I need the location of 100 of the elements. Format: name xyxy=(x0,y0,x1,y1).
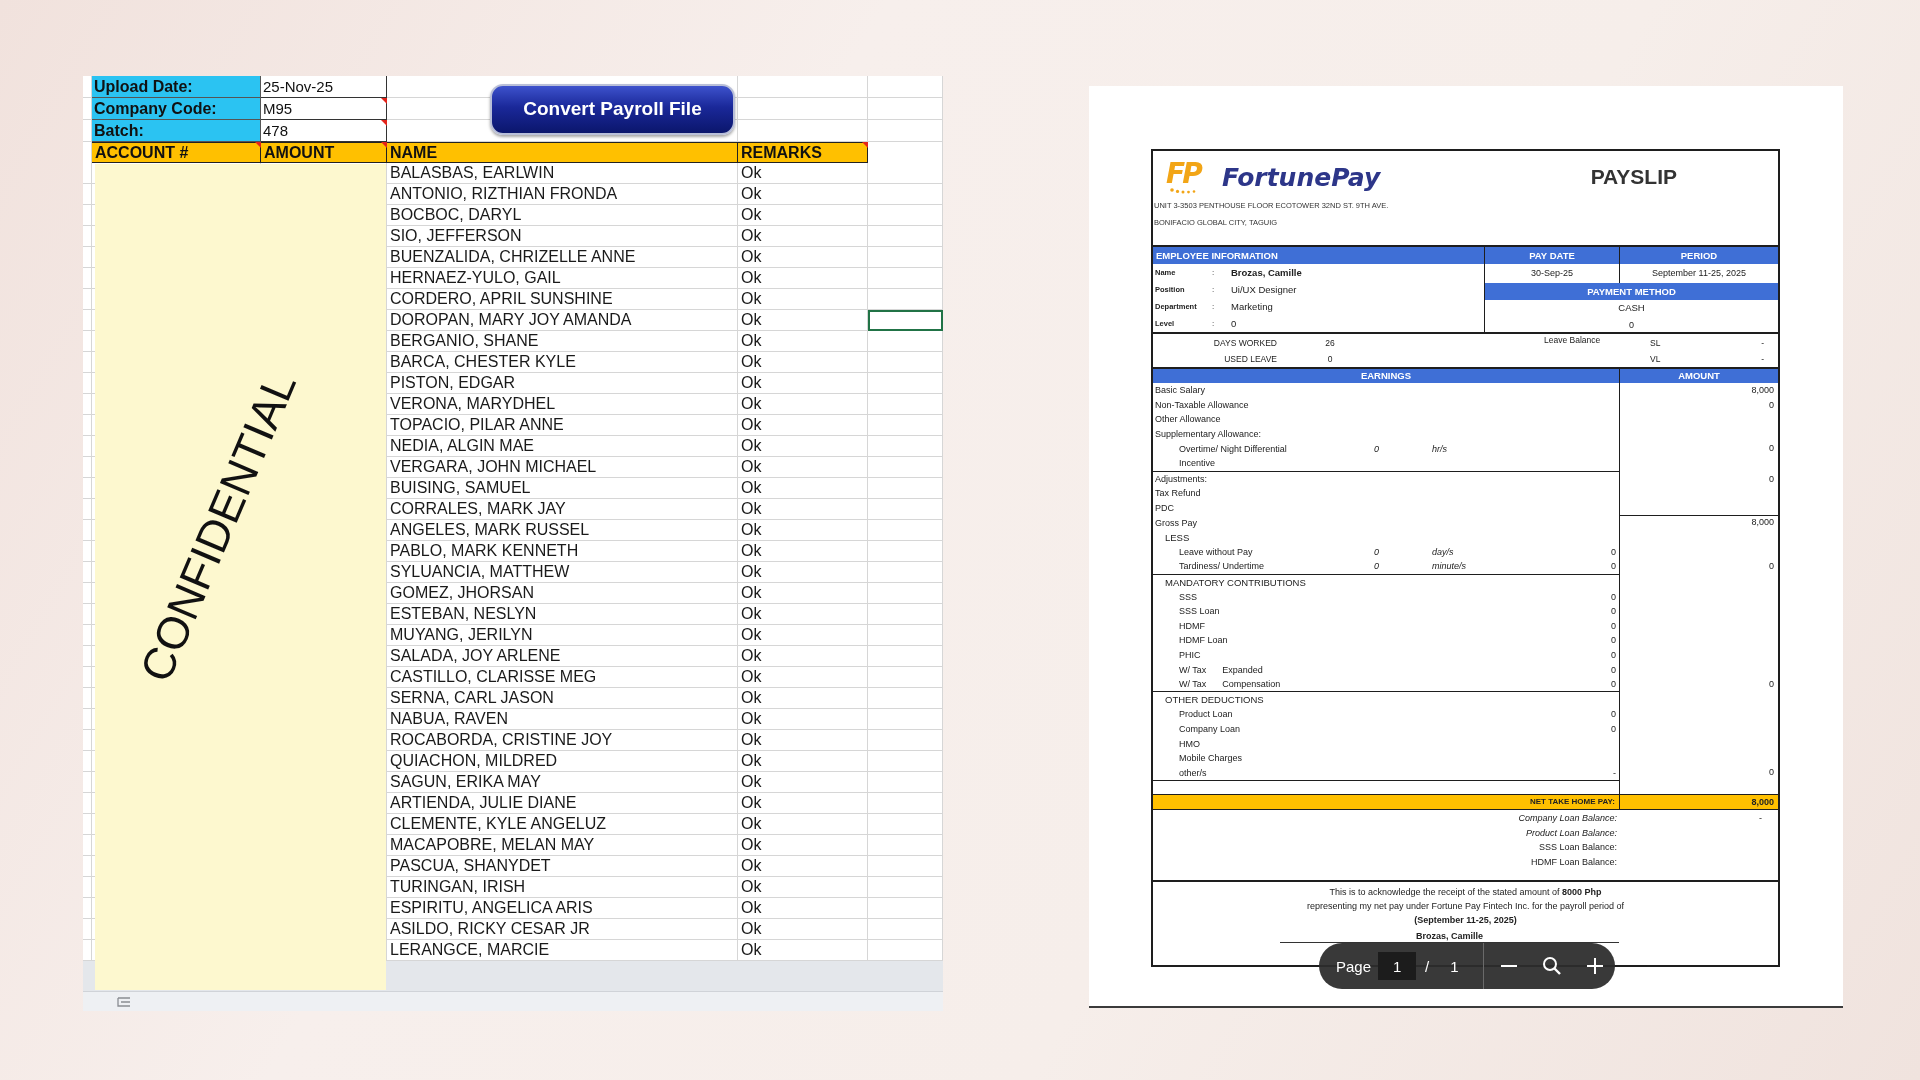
table-cell-text: Ok xyxy=(740,184,763,204)
balance-label: SSS Loan Balance: xyxy=(1538,842,1617,853)
table-cell-text: GOMEZ, JHORSAN xyxy=(389,583,535,603)
unit-label: hr/s xyxy=(1432,443,1447,454)
line-label: Leave without Pay xyxy=(1179,546,1253,557)
line-label: OTHER DEDUCTIONS xyxy=(1165,694,1264,706)
subtotal-value: 0 xyxy=(1611,679,1617,690)
table-cell-text: Ok xyxy=(740,352,763,372)
table-cell-text: Ok xyxy=(740,751,763,771)
balance-value: - xyxy=(1759,813,1762,824)
line-label: Product Loan xyxy=(1179,709,1233,720)
table-cell-text: BARCA, CHESTER KYLE xyxy=(389,352,577,372)
field-value: CASH xyxy=(1617,301,1646,315)
subtotal-value: 0 xyxy=(1611,650,1617,660)
page-label: Page xyxy=(1336,957,1372,975)
column-header: PAY DATE xyxy=(1485,247,1620,264)
balance-label: HDMF Loan Balance: xyxy=(1530,856,1617,867)
table-cell-text: TOPACIO, PILAR ANNE xyxy=(389,415,565,435)
table-cell-text: Ok xyxy=(740,541,763,561)
table-cell-text: Ok xyxy=(740,520,763,540)
amount-value: 8,000 xyxy=(1751,385,1774,395)
unit-label: day/s xyxy=(1432,546,1454,557)
table-cell-text: Ok xyxy=(740,646,763,666)
signature-name: Brozas, Camille xyxy=(1416,930,1483,943)
line-label: PHIC xyxy=(1179,650,1201,660)
field-label: VL xyxy=(1650,354,1661,364)
table-cell-text: BUENZALIDA, CHRIZELLE ANNE xyxy=(389,247,637,267)
separator-text: : xyxy=(1212,319,1215,328)
subtotal-value: 0 xyxy=(1611,664,1617,675)
line-label: Other Allowance xyxy=(1155,414,1221,425)
table-cell-text: Ok xyxy=(740,478,763,498)
column-header: REMARKS xyxy=(738,142,868,163)
subtotal-value: 0 xyxy=(1611,723,1617,734)
amount-value: 8,000 xyxy=(1751,517,1774,528)
field-label: Upload Date: xyxy=(92,76,261,98)
table-cell-text: Ok xyxy=(740,772,763,792)
table-cell-text: Ok xyxy=(740,877,763,897)
line-label: MANDATORY CONTRIBUTIONS xyxy=(1165,576,1306,588)
section-header: PAYMENT METHOD xyxy=(1485,283,1778,300)
table-cell-text: NABUA, RAVEN xyxy=(389,709,509,729)
table-cell-text: Ok xyxy=(740,940,763,960)
separator-text: : xyxy=(1212,268,1215,277)
field-value: September 11-25, 2025 xyxy=(1651,267,1747,280)
field-label: SL xyxy=(1650,338,1661,348)
table-cell-text: Ok xyxy=(740,688,763,708)
line-label: Incentive xyxy=(1179,458,1216,469)
line-label: Mobile Charges xyxy=(1179,753,1243,764)
line-label: W/ Tax xyxy=(1179,679,1207,690)
table-cell-text: NEDIA, ALGIN MAE xyxy=(389,436,536,456)
line-label: Gross Pay xyxy=(1155,517,1197,528)
subtotal-value: 0 xyxy=(1611,620,1617,631)
table-cell-text: Ok xyxy=(740,856,763,876)
selected-cell[interactable] xyxy=(868,310,943,331)
plus-icon xyxy=(1586,958,1603,974)
line-label: Basic Salary xyxy=(1155,385,1206,396)
subtotal-value: 0 xyxy=(1611,561,1617,572)
table-cell-text: Ok xyxy=(740,436,763,456)
table-cell-text: PISTON, EDGAR xyxy=(389,373,517,393)
minus-icon xyxy=(1500,965,1517,967)
line-label: HDMF Loan xyxy=(1179,635,1228,646)
field-value[interactable]: 25-Nov-25 xyxy=(261,76,387,98)
table-cell-text: Ok xyxy=(740,205,763,225)
table-cell-text: BALASBAS, EARLWIN xyxy=(389,163,556,183)
table-cell-text: MUYANG, JERILYN xyxy=(389,625,534,645)
table-cell-text: ROCABORDA, CRISTINE JOY xyxy=(389,730,614,750)
subtotal-value: 0 xyxy=(1611,635,1617,646)
table-cell-text: Ok xyxy=(740,814,763,834)
amount-value: 0 xyxy=(1769,767,1774,778)
line-label: LESS xyxy=(1165,531,1190,543)
field-label: USED LEAVE xyxy=(1224,354,1277,364)
column-header: AMOUNT xyxy=(261,142,387,163)
field-value: 0 xyxy=(1628,319,1635,332)
table-cell-text: Ok xyxy=(740,730,763,750)
line-label: Overtime/ Night Differential xyxy=(1179,443,1287,454)
total-label: NET TAKE HOME PAY: xyxy=(1153,795,1620,810)
table-cell-text: BERGANIO, SHANE xyxy=(389,331,540,351)
field-label: Leave Balance xyxy=(1544,335,1601,345)
zoom-button[interactable] xyxy=(1541,956,1562,976)
table-cell-text: LERANGCE, MARCIE xyxy=(389,940,551,960)
zoom-in-button[interactable] xyxy=(1584,956,1605,976)
subtotal-value: 0 xyxy=(1611,709,1617,720)
dots-icon xyxy=(1169,188,1197,194)
line-label: Company Loan xyxy=(1179,723,1241,734)
page-count: 1 xyxy=(1450,957,1459,975)
line-detail: Expanded xyxy=(1222,664,1263,675)
subtotal-value: 0 xyxy=(1611,546,1617,557)
table-cell-text: Ok xyxy=(740,919,763,939)
table-cell-text: Ok xyxy=(740,415,763,435)
convert-button[interactable]: Convert Payroll File xyxy=(490,83,735,135)
table-cell-text: Ok xyxy=(740,835,763,855)
table-cell-text: CASTILLO, CLARISSE MEG xyxy=(389,667,598,687)
table-cell-text: SERNA, CARL JASON xyxy=(389,688,555,708)
column-header: PERIOD xyxy=(1620,247,1778,264)
table-cell-text: Ok xyxy=(740,562,763,582)
page-number-field[interactable]: 1 xyxy=(1378,952,1417,980)
line-label: W/ Tax xyxy=(1179,664,1207,675)
table-cell-text: ARTIENDA, JULIE DIANE xyxy=(389,793,578,813)
table-cell-text: DOROPAN, MARY JOY AMANDA xyxy=(389,310,633,330)
page-separator: / xyxy=(1425,957,1430,975)
column-header: EARNINGS xyxy=(1153,369,1620,383)
